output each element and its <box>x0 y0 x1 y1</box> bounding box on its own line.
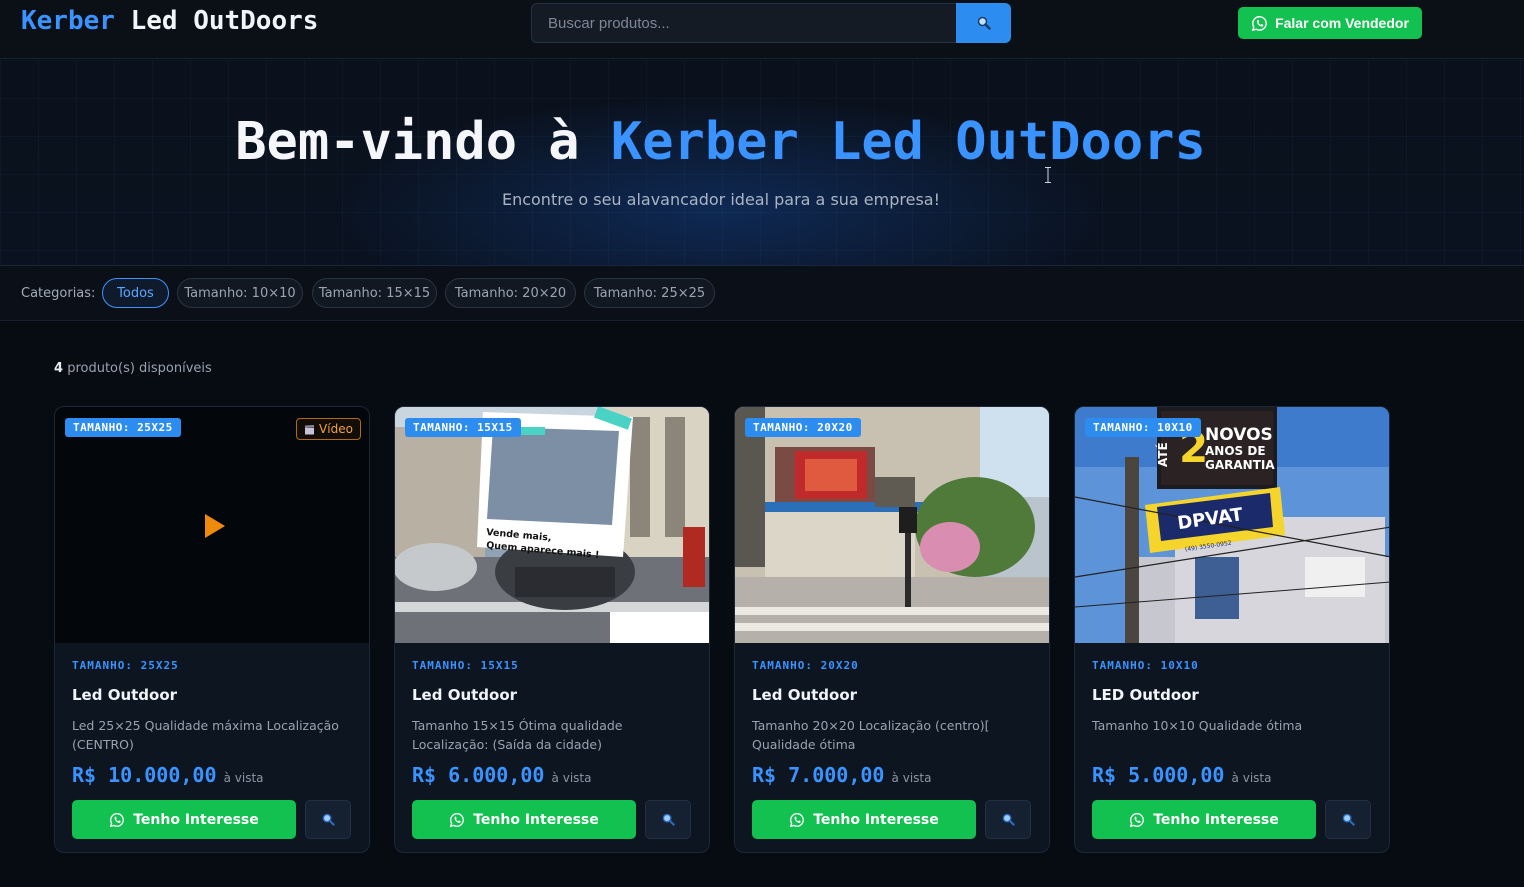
product-title: LED Outdoor <box>1092 686 1199 704</box>
interest-button-label: Tenho Interesse <box>133 811 259 828</box>
product-card[interactable]: TAMANHO: 20X20 TAMANHO: 20X20 Led Outdoo… <box>734 406 1050 853</box>
hero-title-accent: Kerber Led OutDoors <box>610 112 1206 172</box>
product-price: R$ 6.000,00 <box>412 763 545 787</box>
text-cursor-icon <box>1045 167 1051 183</box>
clapperboard-icon <box>305 424 315 434</box>
category-chip-10x10[interactable]: Tamanho: 10×10 <box>177 278 303 308</box>
interest-button-label: Tenho Interesse <box>813 811 939 828</box>
zoom-button[interactable] <box>645 800 691 839</box>
search-icon <box>977 16 991 30</box>
size-badge: TAMANHO: 20X20 <box>745 418 861 437</box>
whatsapp-icon <box>789 812 805 827</box>
zoom-button[interactable] <box>1325 800 1371 839</box>
product-price-row: R$ 10.000,00 à vista <box>72 763 264 787</box>
svg-text:ANOS DE: ANOS DE <box>1205 444 1266 458</box>
search-icon <box>322 813 335 826</box>
product-price: R$ 10.000,00 <box>72 763 217 787</box>
interest-button-label: Tenho Interesse <box>473 811 599 828</box>
price-note: à vista <box>891 771 932 785</box>
search-icon <box>662 813 675 826</box>
brand-name-rest: Led OutDoors <box>130 6 319 36</box>
video-badge-label: Vídeo <box>319 422 353 436</box>
product-price: R$ 5.000,00 <box>1092 763 1225 787</box>
talk-to-seller-button[interactable]: Falar com Vendedor <box>1238 7 1422 39</box>
search-input[interactable] <box>531 3 956 43</box>
size-badge: TAMANHO: 15X15 <box>405 418 521 437</box>
whatsapp-icon <box>109 812 125 827</box>
interest-button[interactable]: Tenho Interesse <box>412 800 636 839</box>
brand-name-accent: Kerber <box>21 6 115 36</box>
product-category: TAMANHO: 15X15 <box>412 659 519 672</box>
product-card[interactable]: TAMANHO: 25X25 Vídeo TAMANHO: 25X25 Led … <box>54 406 370 853</box>
price-note: à vista <box>1231 771 1272 785</box>
product-count-label: produto(s) disponíveis <box>67 361 212 376</box>
search-icon <box>1342 813 1355 826</box>
product-price-row: R$ 7.000,00 à vista <box>752 763 931 787</box>
product-image[interactable]: Vende mais, Quem aparece mais ! TAMANHO:… <box>395 407 709 643</box>
product-count-number: 4 <box>54 361 64 376</box>
zoom-button[interactable] <box>305 800 351 839</box>
zoom-button[interactable] <box>985 800 1031 839</box>
product-card[interactable]: 2 ATÉ NOVOS ANOS DE GARANTIA DPVAT (49) … <box>1074 406 1390 853</box>
categories-label: Categorias: <box>21 286 96 301</box>
product-description: Tamanho 10×10 Qualidade ótima <box>1092 718 1303 733</box>
whatsapp-icon <box>1129 812 1145 827</box>
play-icon[interactable] <box>205 514 225 538</box>
product-title: Led Outdoor <box>752 686 858 704</box>
top-navbar: Kerber Led OutDoors Falar com Vendedor <box>0 0 1524 59</box>
product-price-row: R$ 6.000,00 à vista <box>412 763 591 787</box>
interest-button-label: Tenho Interesse <box>1153 811 1279 828</box>
search-button[interactable] <box>956 3 1011 43</box>
price-note: à vista <box>551 771 592 785</box>
product-title: Led Outdoor <box>72 686 178 704</box>
size-badge: TAMANHO: 25X25 <box>65 418 181 437</box>
category-chip-20x20[interactable]: Tamanho: 20×20 <box>445 278 576 308</box>
svg-text:GARANTIA: GARANTIA <box>1205 458 1275 472</box>
product-category: TAMANHO: 25X25 <box>72 659 179 672</box>
category-chip-25x25[interactable]: Tamanho: 25×25 <box>584 278 715 308</box>
product-category: TAMANHO: 10X10 <box>1092 659 1199 672</box>
brand-logo[interactable]: Kerber Led OutDoors <box>21 6 318 36</box>
category-filter-bar: Categorias: Todos Tamanho: 10×10 Tamanho… <box>0 266 1524 321</box>
talk-to-seller-label: Falar com Vendedor <box>1275 15 1409 31</box>
interest-button[interactable]: Tenho Interesse <box>752 800 976 839</box>
product-image[interactable]: TAMANHO: 20X20 <box>735 407 1049 643</box>
whatsapp-icon <box>449 812 465 827</box>
product-description: Tamanho 15×15 Ótima qualidade Localizaçã… <box>412 718 623 752</box>
hero-title-prefix: Bem-vindo à <box>235 112 580 172</box>
product-price-row: R$ 5.000,00 à vista <box>1092 763 1271 787</box>
hero-banner: Bem-vindo à Kerber Led OutDoors Encontre… <box>0 60 1524 266</box>
interest-button[interactable]: Tenho Interesse <box>1092 800 1316 839</box>
whatsapp-icon <box>1251 15 1267 31</box>
product-image[interactable]: 2 ATÉ NOVOS ANOS DE GARANTIA DPVAT (49) … <box>1075 407 1389 643</box>
svg-text:ATÉ: ATÉ <box>1155 442 1170 467</box>
product-video-player[interactable]: TAMANHO: 25X25 Vídeo <box>55 407 369 643</box>
product-price: R$ 7.000,00 <box>752 763 885 787</box>
hero-title: Bem-vindo à Kerber Led OutDoors <box>0 112 1441 172</box>
video-badge: Vídeo <box>296 418 361 440</box>
street-photo-15x15: Vende mais, Quem aparece mais ! <box>395 407 709 643</box>
product-description: Led 25×25 Qualidade máxima Localização (… <box>72 718 339 752</box>
street-photo-10x10: 2 ATÉ NOVOS ANOS DE GARANTIA DPVAT (49) … <box>1075 407 1389 643</box>
category-chip-todos[interactable]: Todos <box>102 278 169 308</box>
product-card[interactable]: Vende mais, Quem aparece mais ! TAMANHO:… <box>394 406 710 853</box>
interest-button[interactable]: Tenho Interesse <box>72 800 296 839</box>
product-title: Led Outdoor <box>412 686 518 704</box>
size-badge: TAMANHO: 10X10 <box>1085 418 1201 437</box>
hero-subtitle: Encontre o seu alavancador ideal para a … <box>501 190 941 209</box>
product-count: 4 produto(s) disponíveis <box>54 361 212 376</box>
street-photo-20x20 <box>735 407 1049 643</box>
product-description: Tamanho 20×20 Localização (centro)[ Qual… <box>752 718 990 752</box>
category-chip-15x15[interactable]: Tamanho: 15×15 <box>312 278 437 308</box>
price-note: à vista <box>223 771 264 785</box>
product-category: TAMANHO: 20X20 <box>752 659 859 672</box>
search-bar <box>531 3 1011 43</box>
search-icon <box>1002 813 1015 826</box>
svg-text:NOVOS: NOVOS <box>1205 425 1273 445</box>
